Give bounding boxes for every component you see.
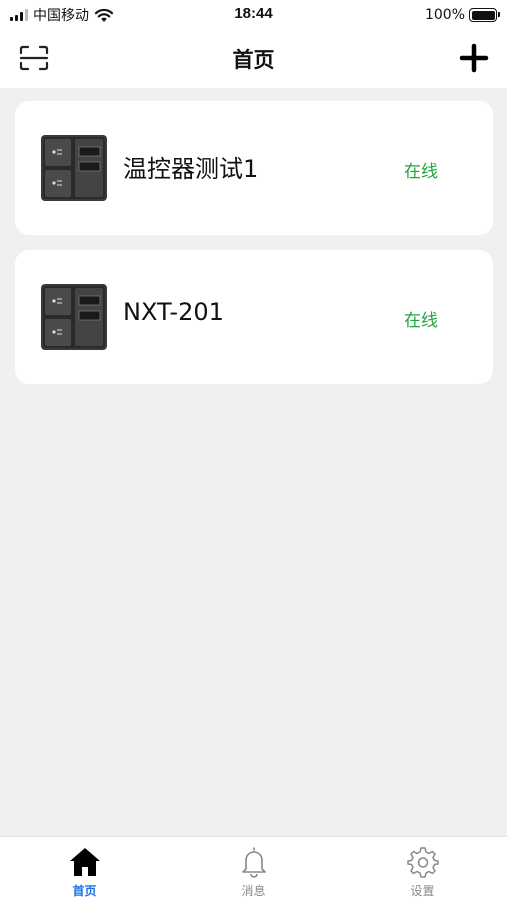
tab-label: 消息	[241, 884, 266, 898]
device-name: 温控器测试1	[123, 155, 259, 183]
home-icon	[69, 848, 100, 876]
status-bar: 中国移动 18:44 100%	[0, 0, 507, 30]
battery-percent: 100%	[424, 7, 465, 23]
battery-icon	[469, 8, 500, 22]
page-title: 首页	[232, 48, 275, 72]
device-status-badge: 在线	[404, 162, 438, 182]
tab-home[interactable]: 首页	[0, 837, 169, 900]
thermostat-device-icon	[41, 135, 107, 201]
device-status-badge: 在线	[404, 311, 438, 331]
device-card[interactable]: NXT-201 在线	[15, 250, 493, 384]
status-right: 100%	[424, 5, 500, 25]
bell-icon	[241, 847, 266, 878]
plus-icon[interactable]	[459, 43, 489, 73]
thermostat-device-icon	[41, 284, 107, 350]
tab-messages[interactable]: 消息	[169, 837, 338, 900]
device-card[interactable]: 温控器测试1 在线	[15, 101, 493, 235]
device-name: NXT-201	[123, 298, 224, 326]
nav-bar: 首页	[0, 30, 507, 88]
tab-settings[interactable]: 设置	[338, 837, 507, 900]
tab-label: 设置	[410, 884, 435, 898]
tab-label: 首页	[72, 884, 97, 898]
tab-bar: 首页 消息 设置	[0, 836, 507, 900]
gear-icon	[406, 847, 439, 878]
